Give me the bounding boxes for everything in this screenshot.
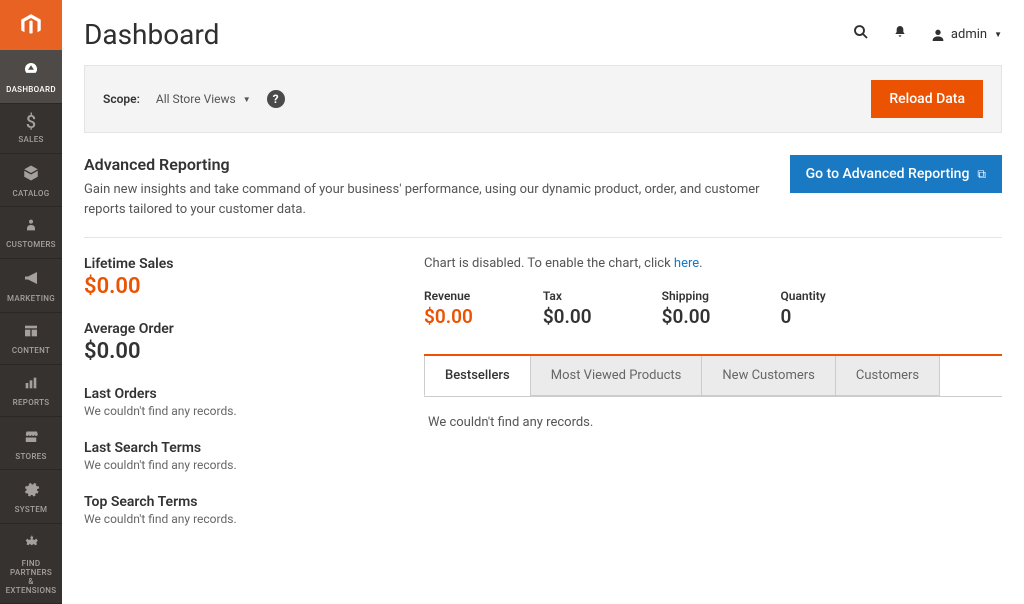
page-title: Dashboard <box>84 18 852 51</box>
nav-marketing[interactable]: MARKETING <box>0 259 62 313</box>
chart-disabled-msg: Chart is disabled. To enable the chart, … <box>424 256 1002 271</box>
search-icon[interactable] <box>852 23 870 46</box>
nav-content[interactable]: CONTENT <box>0 313 62 365</box>
tab-customers[interactable]: Customers <box>835 356 940 396</box>
report-tabs: Bestsellers Most Viewed Products New Cus… <box>424 354 1002 397</box>
tax-label: Tax <box>543 289 592 303</box>
chart-enable-link[interactable]: here <box>674 256 699 271</box>
help-icon[interactable]: ? <box>267 90 285 108</box>
last-search-title: Last Search Terms <box>84 440 384 456</box>
tab-bestsellers[interactable]: Bestsellers <box>424 356 531 396</box>
tab-most-viewed[interactable]: Most Viewed Products <box>530 356 703 396</box>
bell-icon[interactable] <box>892 24 908 45</box>
magento-logo[interactable] <box>0 0 62 50</box>
external-link-icon: ⧉ <box>977 167 986 182</box>
user-icon <box>930 27 946 43</box>
lifetime-sales-label: Lifetime Sales <box>84 256 384 272</box>
nav-system[interactable]: SYSTEM <box>0 470 62 524</box>
average-order-label: Average Order <box>84 321 384 337</box>
adv-reporting-desc: Gain new insights and take command of yo… <box>84 180 770 219</box>
shipping-label: Shipping <box>662 289 711 303</box>
nav-reports[interactable]: REPORTS <box>0 365 62 417</box>
nav-catalog[interactable]: CATALOG <box>0 154 62 208</box>
adv-reporting-title: Advanced Reporting <box>84 155 770 174</box>
user-menu[interactable]: admin ▼ <box>930 27 1002 43</box>
top-search-empty: We couldn't find any records. <box>84 512 384 526</box>
reload-button[interactable]: Reload Data <box>871 80 983 118</box>
nav-stores[interactable]: STORES <box>0 417 62 471</box>
tax-value: $0.00 <box>543 305 592 328</box>
sidebar: DASHBOARD $ SALES CATALOG CUSTOMERS MARK… <box>0 0 62 604</box>
scope-label: Scope: <box>103 92 140 106</box>
revenue-value: $0.00 <box>424 305 473 328</box>
scope-select[interactable]: All Store Views ▼ <box>156 92 251 106</box>
dollar-icon: $ <box>26 114 36 132</box>
bars-icon <box>23 375 39 395</box>
layout-icon <box>23 323 39 343</box>
gear-icon <box>22 480 40 502</box>
average-order-value: $0.00 <box>84 339 384 364</box>
chevron-down-icon: ▼ <box>243 95 251 104</box>
shipping-value: $0.00 <box>662 305 711 328</box>
lifetime-sales-value: $0.00 <box>84 274 384 299</box>
scope-bar: Scope: All Store Views ▼ ? Reload Data <box>84 65 1002 133</box>
cube-icon <box>22 164 40 186</box>
nav-customers[interactable]: CUSTOMERS <box>0 207 62 259</box>
puzzle-icon <box>22 534 40 556</box>
quantity-value: 0 <box>780 305 825 328</box>
tab-content-empty: We couldn't find any records. <box>424 397 1002 448</box>
nav-dashboard[interactable]: DASHBOARD <box>0 50 62 104</box>
dashboard-icon <box>22 60 40 82</box>
chevron-down-icon: ▼ <box>994 30 1002 39</box>
store-icon <box>22 427 40 449</box>
adv-reporting-button[interactable]: Go to Advanced Reporting ⧉ <box>790 155 1002 193</box>
revenue-label: Revenue <box>424 289 473 303</box>
tab-new-customers[interactable]: New Customers <box>701 356 835 396</box>
last-orders-title: Last Orders <box>84 386 384 402</box>
last-orders-empty: We couldn't find any records. <box>84 404 384 418</box>
last-search-empty: We couldn't find any records. <box>84 458 384 472</box>
top-search-title: Top Search Terms <box>84 494 384 510</box>
person-icon <box>23 217 39 237</box>
megaphone-icon <box>22 269 40 291</box>
nav-partners[interactable]: FIND PARTNERS & EXTENSIONS <box>0 524 62 604</box>
quantity-label: Quantity <box>780 289 825 303</box>
nav-sales[interactable]: $ SALES <box>0 104 62 154</box>
